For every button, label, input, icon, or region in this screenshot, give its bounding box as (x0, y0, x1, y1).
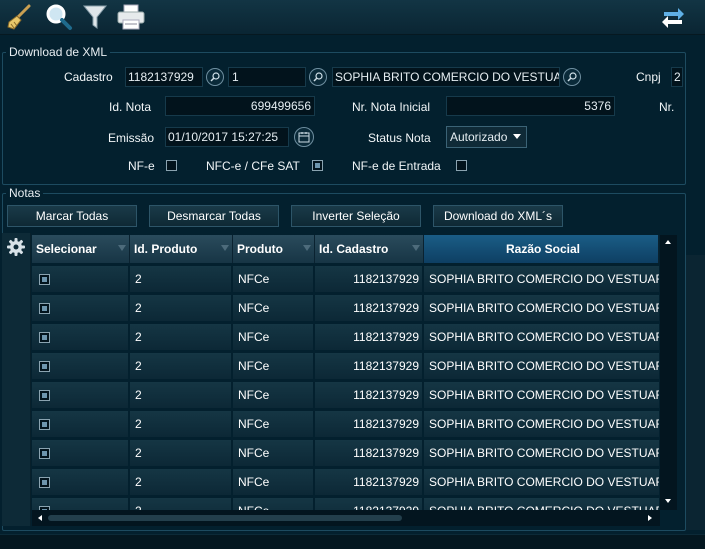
cell-id-produto: 2 (130, 353, 231, 379)
cell-razao-social: SOPHIA BRITO COMERCIO DO VESTUARIO LTDA (424, 382, 659, 408)
cell-razao-social: SOPHIA BRITO COMERCIO DO VESTUARIO LTDA (424, 440, 659, 466)
scroll-left-icon[interactable] (38, 515, 42, 521)
row-select-checkbox[interactable] (39, 332, 50, 343)
cell-id-produto: 2 (130, 382, 231, 408)
cell-id-produto: 2 (130, 498, 231, 510)
table-row[interactable]: 2NFCe1182137929SOPHIA BRITO COMERCIO DO … (32, 382, 659, 408)
cell-produto: NFCe (233, 498, 313, 510)
horizontal-scroll-thumb[interactable] (48, 515, 402, 521)
cell-selecionar (32, 469, 128, 495)
cell-razao-social: SOPHIA BRITO COMERCIO DO VESTUARIO LTDA (424, 266, 659, 292)
cell-id-cadastro: 1182137929 (315, 266, 422, 292)
cell-selecionar (32, 382, 128, 408)
cell-produto: NFCe (233, 353, 313, 379)
row-select-checkbox[interactable] (39, 274, 50, 285)
row-select-checkbox[interactable] (39, 303, 50, 314)
table-row[interactable]: 2NFCe1182137929SOPHIA BRITO COMERCIO DO … (32, 353, 659, 379)
cell-selecionar (32, 353, 128, 379)
table-row[interactable]: 2NFCe1182137929SOPHIA BRITO COMERCIO DO … (32, 440, 659, 466)
cell-razao-social: SOPHIA BRITO COMERCIO DO VESTUARIO LTDA (424, 469, 659, 495)
vertical-scrollbar[interactable] (660, 235, 677, 510)
grid-body: 2 NFCe 1182137929 SOPHIA BRITO COMERCIO DO … (0, 0, 705, 510)
cell-id-cadastro: 1182137929 (315, 469, 422, 495)
cell-id-cadastro: 1182137929 (315, 324, 422, 350)
table-row[interactable]: 2NFCe1182137929SOPHIA BRITO COMERCIO DO … (32, 498, 659, 510)
row-select-checkbox[interactable] (39, 390, 50, 401)
cell-selecionar (32, 324, 128, 350)
cell-razao-social: SOPHIA BRITO COMERCIO DO VESTUARIO LTDA (424, 411, 659, 437)
cell-selecionar (32, 411, 128, 437)
cell-id-cadastro: 1182137929 (315, 353, 422, 379)
table-row[interactable]: 2NFCe1182137929SOPHIA BRITO COMERCIO DO … (32, 266, 659, 292)
cell-id-cadastro: 1182137929 (315, 295, 422, 321)
cell-id-produto: 2 (130, 469, 231, 495)
cell-produto: NFCe (233, 440, 313, 466)
cell-produto: NFCe (233, 469, 313, 495)
cell-id-cadastro: 1182137929 (315, 498, 422, 510)
row-select-checkbox[interactable] (39, 448, 50, 459)
cell-razao-social: SOPHIA BRITO COMERCIO DO VESTUARIO LTDA (424, 353, 659, 379)
cell-produto: NFCe (233, 324, 313, 350)
cell-id-produto: 2 (130, 411, 231, 437)
cell-selecionar (32, 498, 128, 510)
table-row[interactable]: 2NFCe1182137929SOPHIA BRITO COMERCIO DO … (32, 411, 659, 437)
row-select-checkbox[interactable] (39, 419, 50, 430)
cell-razao-social: SOPHIA BRITO COMERCIO DO VESTUARIO LTDA (424, 498, 659, 510)
cell-id-produto: 2 (130, 266, 231, 292)
scroll-up-icon[interactable] (665, 240, 671, 244)
table-row[interactable]: 2NFCe1182137929SOPHIA BRITO COMERCIO DO … (32, 324, 659, 350)
cell-produto: NFCe (233, 266, 313, 292)
cell-selecionar (32, 266, 128, 292)
cell-razao-social: SOPHIA BRITO COMERCIO DO VESTUARIO LTDA (424, 295, 659, 321)
cell-id-cadastro: 1182137929 (315, 440, 422, 466)
cell-id-cadastro: 1182137929 (315, 382, 422, 408)
right-edge-panel (686, 255, 705, 530)
cell-id-cadastro: 1182137929 (315, 411, 422, 437)
scroll-down-icon[interactable] (665, 499, 671, 503)
cell-produto: NFCe (233, 411, 313, 437)
horizontal-scrollbar[interactable] (32, 510, 660, 526)
table-row[interactable]: 2NFCe1182137929SOPHIA BRITO COMERCIO DO … (32, 469, 659, 495)
table-row[interactable]: 2NFCe1182137929SOPHIA BRITO COMERCIO DO … (32, 295, 659, 321)
row-select-checkbox[interactable] (39, 477, 50, 488)
cell-id-produto: 2 (130, 324, 231, 350)
cell-selecionar (32, 440, 128, 466)
cell-id-produto: 2 (130, 295, 231, 321)
cell-id-produto: 2 (130, 440, 231, 466)
cell-produto: NFCe (233, 382, 313, 408)
cell-selecionar (32, 295, 128, 321)
cell-produto: NFCe (233, 295, 313, 321)
cell-razao-social: SOPHIA BRITO COMERCIO DO VESTUARIO LTDA (424, 324, 659, 350)
row-select-checkbox[interactable] (39, 361, 50, 372)
scroll-right-icon[interactable] (648, 515, 652, 521)
status-bar (0, 534, 705, 549)
